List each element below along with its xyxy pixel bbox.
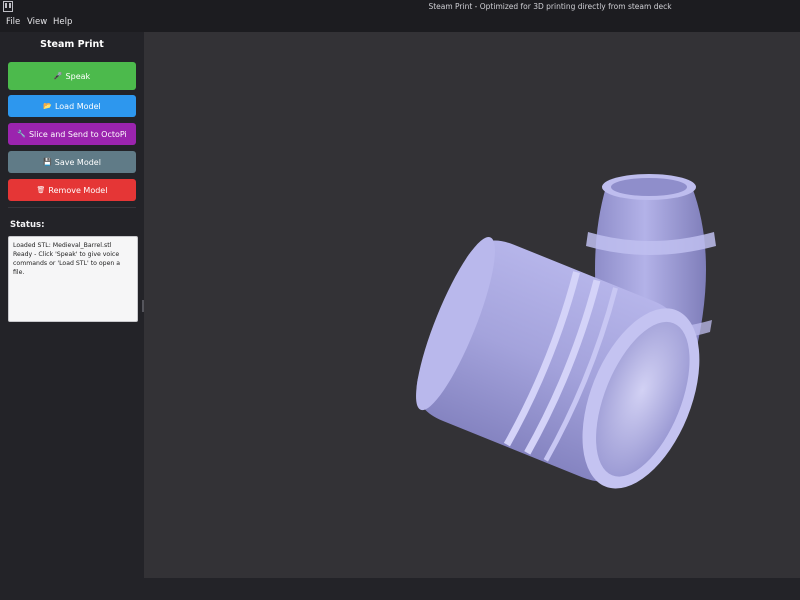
window-title: Steam Print - Optimized for 3D printing … [428, 2, 672, 11]
menu-help[interactable]: Help [53, 17, 72, 27]
sidebar-divider [8, 207, 136, 208]
menu-view[interactable]: View [27, 17, 47, 27]
bottom-bar [144, 578, 800, 600]
microphone-icon: 🎤 [53, 71, 63, 80]
save-model-button-label: Save Model [54, 157, 101, 167]
load-model-button[interactable]: 📂 Load Model [8, 95, 136, 117]
app-icon [3, 1, 13, 12]
save-model-button[interactable]: 💾 Save Model [8, 151, 136, 173]
app-name: Steam Print [40, 39, 104, 50]
sidebar: Steam Print 🎤 Speak 📂 Load Model 🔧 Slice… [0, 32, 144, 600]
title-bar: Steam Print - Optimized for 3D printing … [0, 0, 800, 14]
status-heading: Status: [10, 220, 45, 230]
wrench-icon: 🔧 [17, 129, 26, 138]
speak-button-label: Speak [65, 71, 91, 81]
remove-model-button-label: Remove Model [48, 185, 108, 195]
remove-model-button[interactable]: 🗑 Remove Model [8, 179, 136, 201]
3d-viewport[interactable] [144, 32, 800, 578]
speak-button[interactable]: 🎤 Speak [8, 62, 136, 90]
save-icon: 💾 [43, 157, 52, 166]
menu-bar: File View Help [0, 14, 800, 32]
viewport-scene [416, 174, 716, 489]
slice-send-button-label: Slice and Send to OctoPi [28, 129, 127, 139]
folder-icon: 📂 [43, 101, 52, 110]
menu-file[interactable]: File [6, 17, 20, 27]
slice-send-button[interactable]: 🔧 Slice and Send to OctoPi [8, 123, 136, 145]
status-text: Loaded STL: Medieval_Barrel.stl Ready - … [8, 236, 138, 322]
trash-icon: 🗑 [36, 185, 46, 194]
load-model-button-label: Load Model [54, 101, 101, 111]
